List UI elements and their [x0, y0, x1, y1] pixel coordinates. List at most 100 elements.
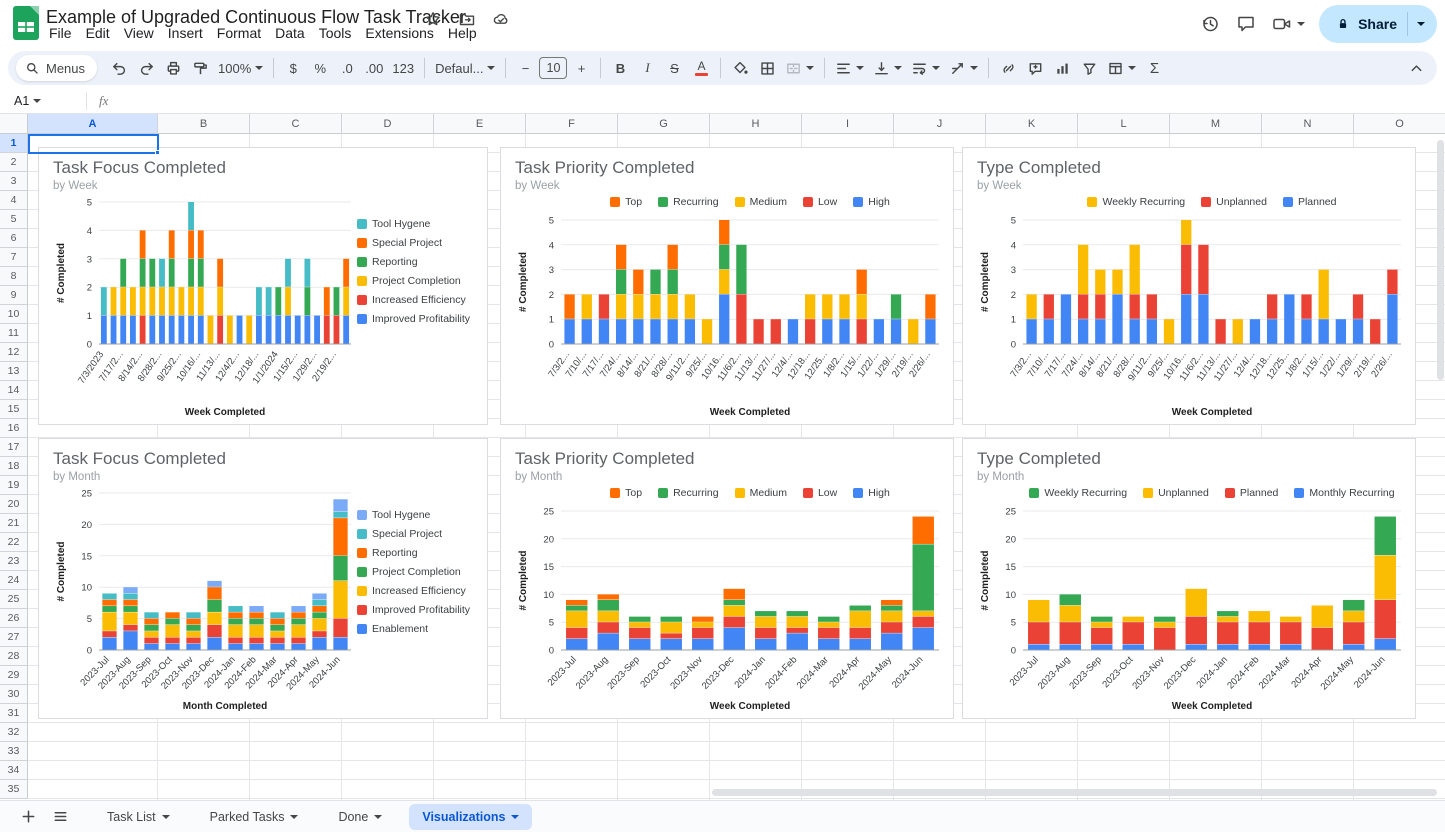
row-header-24[interactable]: 24: [0, 571, 28, 590]
row-header-2[interactable]: 2: [0, 153, 28, 172]
row-header-9[interactable]: 9: [0, 286, 28, 305]
paint-format-button[interactable]: [187, 55, 213, 81]
menu-edit[interactable]: Edit: [79, 23, 117, 43]
version-history-button[interactable]: [1199, 13, 1221, 35]
strikethrough-button[interactable]: S: [661, 55, 687, 81]
chart-task-priority-by-month[interactable]: Task Priority Completed by Month TopRecu…: [500, 438, 954, 719]
menu-insert[interactable]: Insert: [161, 23, 210, 43]
sheet-tab-visualizations[interactable]: Visualizations: [409, 804, 532, 830]
hide-toolbar-button[interactable]: [1403, 55, 1429, 81]
row-header-19[interactable]: 19: [0, 476, 28, 495]
column-header-K[interactable]: K: [986, 114, 1078, 134]
sheet-tab-parked-tasks[interactable]: Parked Tasks: [197, 804, 312, 830]
cloud-status-icon[interactable]: [492, 10, 510, 28]
row-header-35[interactable]: 35: [0, 780, 28, 799]
column-header-A[interactable]: A: [28, 114, 158, 134]
column-header-C[interactable]: C: [250, 114, 342, 134]
create-filter-button[interactable]: [1076, 55, 1102, 81]
row-header-14[interactable]: 14: [0, 381, 28, 400]
fill-handle[interactable]: [155, 150, 160, 155]
sheets-logo-icon[interactable]: [13, 6, 39, 40]
chart-type-by-month[interactable]: Type Completed by Month Weekly Recurring…: [962, 438, 1416, 719]
menu-format[interactable]: Format: [210, 23, 268, 43]
share-button[interactable]: Share: [1319, 5, 1437, 43]
borders-button[interactable]: [754, 55, 780, 81]
print-button[interactable]: [160, 55, 186, 81]
number-format-button[interactable]: 123: [388, 55, 418, 81]
row-header-22[interactable]: 22: [0, 533, 28, 552]
vertical-scrollbar[interactable]: [1437, 140, 1444, 380]
menu-view[interactable]: View: [117, 23, 161, 43]
column-header-H[interactable]: H: [710, 114, 802, 134]
functions-button[interactable]: Σ: [1141, 55, 1167, 81]
row-header-16[interactable]: 16: [0, 419, 28, 438]
row-header-29[interactable]: 29: [0, 666, 28, 685]
row-header-1[interactable]: 1: [0, 134, 28, 153]
menus-search-button[interactable]: Menus: [16, 55, 97, 81]
row-header-23[interactable]: 23: [0, 552, 28, 571]
chart-task-priority-by-week[interactable]: Task Priority Completed by Week TopRecur…: [500, 147, 954, 425]
column-header-N[interactable]: N: [1262, 114, 1354, 134]
row-header-27[interactable]: 27: [0, 628, 28, 647]
meet-caret-icon[interactable]: [1297, 22, 1305, 26]
row-header-4[interactable]: 4: [0, 191, 28, 210]
row-header-21[interactable]: 21: [0, 514, 28, 533]
column-header-G[interactable]: G: [618, 114, 710, 134]
text-color-button[interactable]: A: [688, 55, 714, 81]
add-sheet-button[interactable]: [14, 803, 42, 831]
italic-button[interactable]: I: [634, 55, 660, 81]
menu-data[interactable]: Data: [268, 23, 312, 43]
row-header-6[interactable]: 6: [0, 229, 28, 248]
row-header-28[interactable]: 28: [0, 647, 28, 666]
row-header-32[interactable]: 32: [0, 723, 28, 742]
sheet-tab-task-list[interactable]: Task List: [94, 804, 183, 830]
column-header-O[interactable]: O: [1354, 114, 1445, 134]
all-sheets-button[interactable]: [46, 803, 74, 831]
row-header-10[interactable]: 10: [0, 305, 28, 324]
chart-type-by-week[interactable]: Type Completed by Week Weekly RecurringU…: [962, 147, 1416, 425]
meet-button[interactable]: [1271, 13, 1305, 35]
row-header-26[interactable]: 26: [0, 609, 28, 628]
menu-tools[interactable]: Tools: [312, 23, 359, 43]
comments-button[interactable]: [1235, 13, 1257, 35]
row-header-33[interactable]: 33: [0, 742, 28, 761]
row-header-20[interactable]: 20: [0, 495, 28, 514]
insert-comment-button[interactable]: [1022, 55, 1048, 81]
row-header-18[interactable]: 18: [0, 457, 28, 476]
font-size-input[interactable]: 10: [539, 57, 567, 79]
column-header-I[interactable]: I: [802, 114, 894, 134]
decrease-decimal-button[interactable]: .0: [334, 55, 360, 81]
menu-help[interactable]: Help: [441, 23, 484, 43]
row-header-5[interactable]: 5: [0, 210, 28, 229]
row-header-3[interactable]: 3: [0, 172, 28, 191]
menu-file[interactable]: File: [42, 23, 79, 43]
column-header-E[interactable]: E: [434, 114, 526, 134]
row-header-15[interactable]: 15: [0, 400, 28, 419]
row-header-30[interactable]: 30: [0, 685, 28, 704]
bold-button[interactable]: B: [607, 55, 633, 81]
column-header-D[interactable]: D: [342, 114, 434, 134]
decrease-font-size-button[interactable]: −: [512, 55, 538, 81]
column-header-F[interactable]: F: [526, 114, 618, 134]
row-header-8[interactable]: 8: [0, 267, 28, 286]
column-header-M[interactable]: M: [1170, 114, 1262, 134]
column-header-J[interactable]: J: [894, 114, 986, 134]
font-select[interactable]: Defaul...: [431, 55, 499, 81]
vertical-align-button[interactable]: [869, 55, 906, 81]
column-header-B[interactable]: B: [158, 114, 250, 134]
row-header-12[interactable]: 12: [0, 343, 28, 362]
chart-task-focus-by-month[interactable]: Task Focus Completed by Month 0510152025…: [38, 438, 488, 719]
zoom-select[interactable]: 100%: [214, 55, 267, 81]
horizontal-scrollbar[interactable]: [712, 789, 1437, 796]
horizontal-align-button[interactable]: [831, 55, 868, 81]
share-options-button[interactable]: [1408, 5, 1437, 43]
row-header-34[interactable]: 34: [0, 761, 28, 780]
increase-decimal-button[interactable]: .00: [361, 55, 387, 81]
text-wrap-button[interactable]: [907, 55, 944, 81]
format-currency-button[interactable]: $: [280, 55, 306, 81]
insert-chart-button[interactable]: [1049, 55, 1075, 81]
menu-extensions[interactable]: Extensions: [358, 23, 440, 43]
redo-button[interactable]: [133, 55, 159, 81]
row-header-7[interactable]: 7: [0, 248, 28, 267]
text-rotation-button[interactable]: [945, 55, 982, 81]
